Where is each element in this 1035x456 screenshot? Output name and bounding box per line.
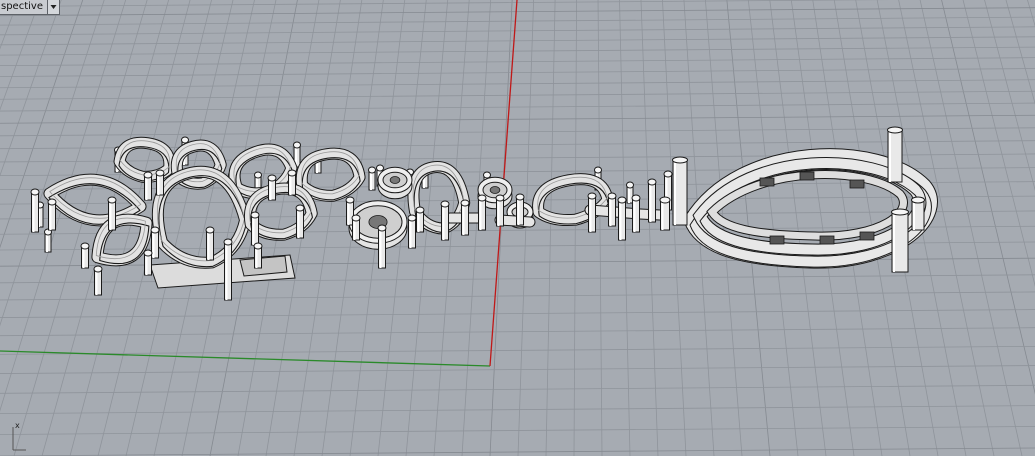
prong[interactable] bbox=[587, 192, 597, 233]
prong[interactable] bbox=[223, 238, 233, 301]
prong[interactable] bbox=[617, 196, 627, 241]
prong[interactable] bbox=[253, 242, 263, 269]
prong[interactable] bbox=[287, 169, 297, 196]
prong[interactable] bbox=[351, 214, 361, 241]
viewport-title[interactable]: spective bbox=[0, 0, 47, 14]
prong[interactable] bbox=[295, 204, 305, 239]
prong[interactable] bbox=[440, 200, 450, 241]
prong[interactable] bbox=[377, 224, 387, 269]
prong[interactable] bbox=[477, 194, 487, 231]
prong[interactable] bbox=[44, 228, 52, 253]
prong[interactable] bbox=[672, 156, 688, 226]
viewport-title-tab[interactable]: spective bbox=[0, 0, 60, 15]
prong[interactable] bbox=[93, 265, 103, 296]
prong[interactable] bbox=[267, 174, 277, 201]
gizmo-axis-label: x bbox=[15, 421, 20, 430]
prong[interactable] bbox=[891, 208, 909, 273]
prong[interactable] bbox=[30, 188, 40, 233]
prong[interactable] bbox=[107, 196, 117, 231]
perspective-viewport[interactable]: spective x bbox=[0, 0, 1035, 456]
prong[interactable] bbox=[647, 178, 657, 223]
connector-bar[interactable] bbox=[494, 214, 536, 228]
prong[interactable] bbox=[80, 242, 90, 269]
round-setting[interactable] bbox=[377, 166, 413, 200]
prong[interactable] bbox=[659, 196, 671, 231]
prong[interactable] bbox=[155, 169, 165, 196]
prong[interactable] bbox=[887, 126, 903, 183]
prong[interactable] bbox=[47, 198, 57, 231]
prong[interactable] bbox=[460, 199, 470, 236]
viewport-canvas[interactable] bbox=[0, 0, 1035, 456]
prong[interactable] bbox=[607, 192, 617, 227]
prong[interactable] bbox=[250, 211, 260, 246]
prong[interactable] bbox=[368, 166, 376, 191]
prong[interactable] bbox=[143, 249, 153, 276]
prong[interactable] bbox=[631, 194, 641, 233]
prong[interactable] bbox=[415, 206, 425, 233]
prong[interactable] bbox=[407, 214, 417, 249]
prong[interactable] bbox=[205, 226, 215, 261]
prong[interactable] bbox=[495, 194, 505, 227]
chevron-down-icon[interactable] bbox=[46, 0, 59, 14]
prong[interactable] bbox=[911, 196, 925, 231]
prong[interactable] bbox=[515, 193, 525, 226]
prong[interactable] bbox=[143, 171, 153, 201]
